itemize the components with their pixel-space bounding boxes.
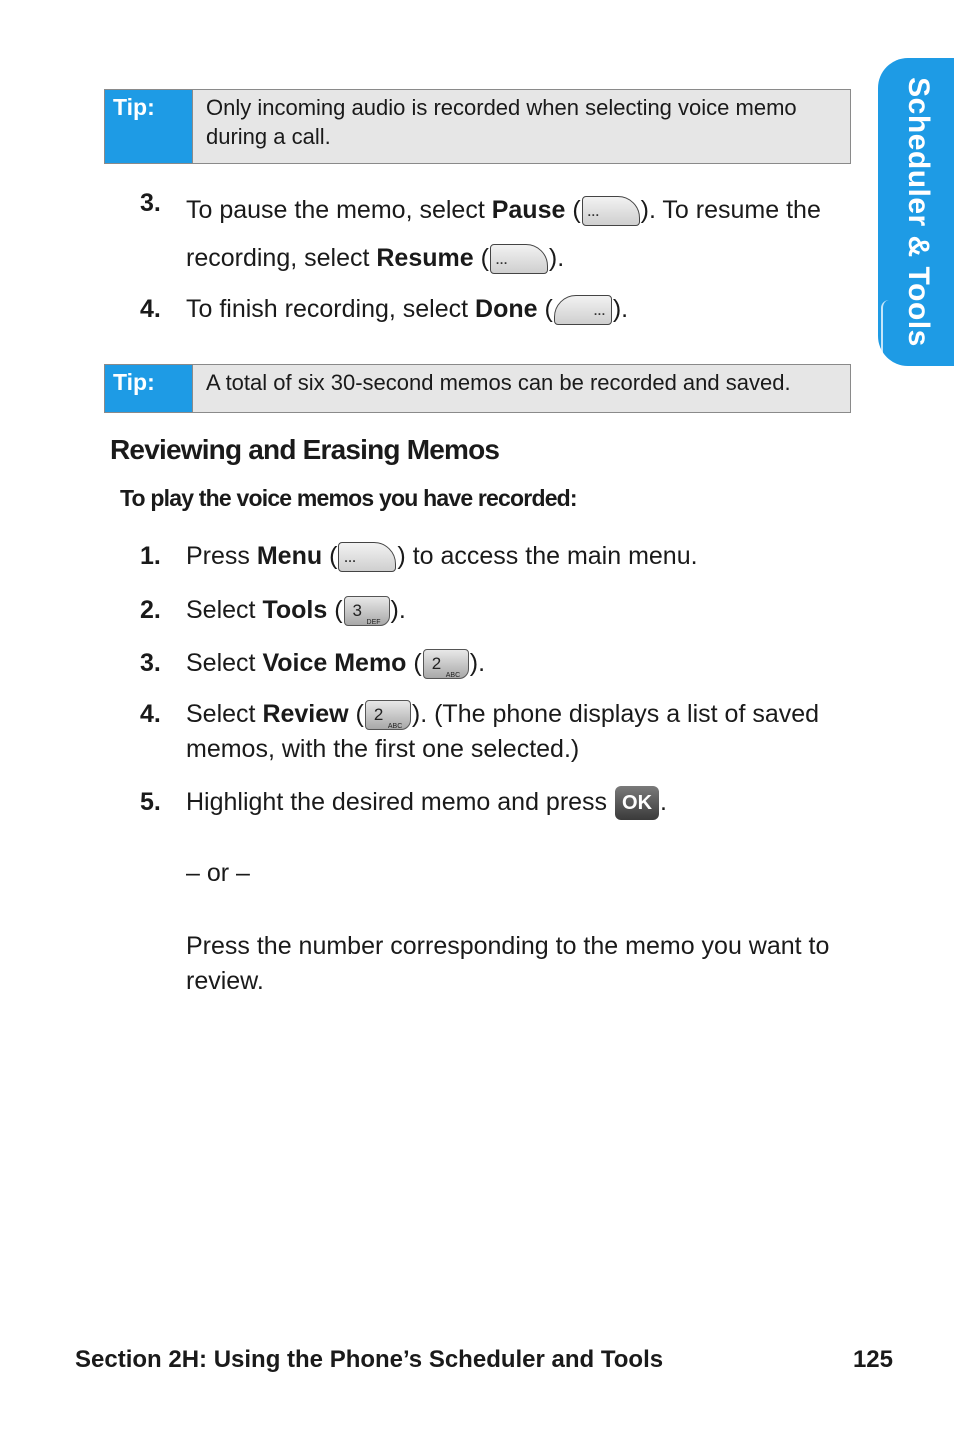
key-digit: 3 xyxy=(352,601,362,621)
step-text: Select xyxy=(186,700,263,728)
step-text: To pause the memo, select xyxy=(186,196,492,224)
step-text: ( xyxy=(322,542,338,570)
done-label: Done xyxy=(475,295,538,323)
left-softkey-icon: ··· xyxy=(338,542,397,573)
tools-label: Tools xyxy=(262,596,328,624)
resume-label: Resume xyxy=(376,244,474,272)
step-text: ). xyxy=(390,596,406,624)
right-softkey-icon: ··· xyxy=(553,295,612,326)
step-number: 1. xyxy=(140,542,161,570)
key-3-icon: 3 DEF xyxy=(343,596,390,627)
step-text: . xyxy=(660,788,667,816)
key-letters: DEF xyxy=(366,619,381,627)
review-label: Review xyxy=(262,700,349,728)
step-text: Highlight the desired memo and press xyxy=(186,788,615,816)
page-number: 125 xyxy=(852,1346,893,1373)
step-text: Press xyxy=(186,542,257,570)
tab-decoration xyxy=(881,300,893,360)
key-letters: ABC xyxy=(445,672,461,680)
step-number: 5. xyxy=(140,788,161,816)
key-2-icon: 2 ABC xyxy=(364,700,411,731)
dots-glyph: ··· xyxy=(593,307,606,322)
footer-section-title: Section 2H: Using the Phone’s Scheduler … xyxy=(75,1346,664,1373)
step-text: ). xyxy=(469,649,486,677)
section-heading: Reviewing and Erasing Memos xyxy=(110,434,500,465)
step-text: ). xyxy=(548,244,565,272)
key-2-icon: 2 ABC xyxy=(422,649,469,680)
step-text: To finish recording, select xyxy=(186,295,476,323)
procedure-heading: To play the voice memos you have recorde… xyxy=(120,485,578,511)
step-text: Select xyxy=(186,649,263,677)
step-text: ) to access the main menu. xyxy=(397,542,698,570)
step-text: Select xyxy=(186,596,263,624)
voice-memo-label: Voice Memo xyxy=(262,649,407,677)
tip-box: Tip: A total of six 30-second memos can … xyxy=(104,364,851,413)
step-number: 4. xyxy=(140,700,161,728)
page-footer: Section 2H: Using the Phone’s Scheduler … xyxy=(75,1346,893,1374)
key-digit: 2 xyxy=(431,654,442,674)
ok-key-icon: OK xyxy=(615,786,660,821)
dots-glyph: ··· xyxy=(495,256,508,271)
step-number: 3. xyxy=(140,649,161,677)
step-text: ( xyxy=(348,700,364,728)
or-separator: – or – xyxy=(186,859,250,888)
tip-text: Only incoming audio is recorded when sel… xyxy=(206,95,797,149)
step-text: ( xyxy=(473,244,489,272)
dots-glyph: ··· xyxy=(344,554,357,569)
step-number: 4. xyxy=(140,295,161,323)
left-softkey-icon: ··· xyxy=(581,196,640,227)
step-text: ( xyxy=(406,649,422,677)
key-letters: ABC xyxy=(387,723,403,731)
step-number: 2. xyxy=(140,596,161,624)
step-text: ( xyxy=(537,295,553,323)
step-text: ( xyxy=(327,596,343,624)
step-number: 3. xyxy=(140,189,161,217)
tip-label: Tip: xyxy=(105,90,193,163)
key-digit: 2 xyxy=(373,705,384,725)
section-side-tab: Scheduler & Tools xyxy=(878,58,954,366)
side-tab-label: Scheduler & Tools xyxy=(902,77,935,347)
alternative-text: Press the number corresponding to the me… xyxy=(186,932,830,996)
tip-label: Tip: xyxy=(105,365,193,412)
tip-box: Tip: Only incoming audio is recorded whe… xyxy=(104,89,851,164)
step-text: ( xyxy=(565,196,581,224)
dots-glyph: ··· xyxy=(587,208,600,223)
menu-label: Menu xyxy=(256,542,323,570)
step-text: ). xyxy=(612,295,629,323)
tip-text: A total of six 30-second memos can be re… xyxy=(206,370,791,395)
left-softkey-icon: ··· xyxy=(489,244,548,275)
pause-label: Pause xyxy=(491,196,566,224)
